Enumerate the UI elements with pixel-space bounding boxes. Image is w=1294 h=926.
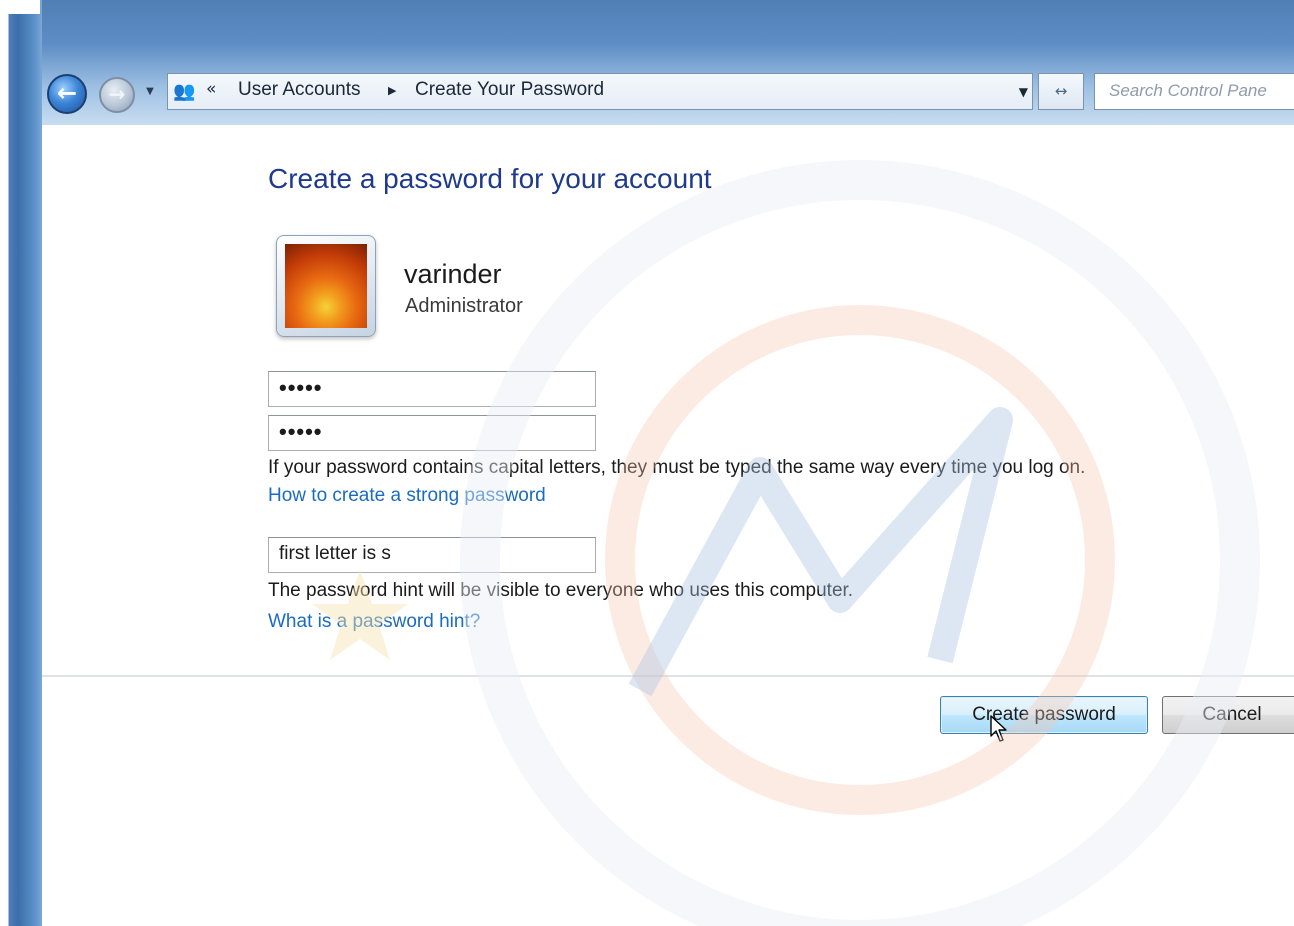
breadcrumb-separator-icon[interactable]: ▶ — [388, 84, 396, 97]
user-accounts-icon: 👥 — [173, 81, 196, 102]
window-corner — [0, 0, 40, 14]
search-input[interactable] — [1095, 74, 1294, 107]
search-box[interactable] — [1094, 73, 1294, 110]
forward-arrow-icon[interactable]: → — [99, 77, 135, 113]
footer-divider — [42, 675, 1294, 677]
new-password-field[interactable] — [268, 371, 596, 407]
user-role: Administrator — [405, 295, 523, 317]
page-title: Create a password for your account — [268, 163, 712, 194]
confirm-password-input[interactable] — [269, 416, 589, 448]
password-hint-link[interactable]: What is a password hint? — [268, 611, 480, 633]
create-password-button[interactable]: Create password — [940, 696, 1148, 734]
user-avatar — [276, 235, 376, 337]
user-name: varinder — [404, 259, 502, 289]
mouse-pointer-icon — [990, 715, 1007, 742]
window-left-border — [0, 0, 42, 926]
back-arrow-icon[interactable]: ← — [47, 74, 87, 114]
capital-letters-note: If your password contains capital letter… — [268, 457, 1086, 478]
refresh-icon[interactable]: ↔ — [1038, 73, 1084, 110]
address-bar[interactable]: 👥 « User Accounts ▶ Create Your Password… — [167, 73, 1033, 110]
strong-password-link[interactable]: How to create a strong password — [268, 485, 546, 507]
address-dropdown-icon[interactable]: ▼ — [1019, 85, 1028, 99]
new-password-input[interactable] — [269, 372, 589, 404]
main-content: Create a password for your account varin… — [42, 125, 1294, 926]
hint-visibility-note: The password hint will be visible to eve… — [268, 580, 854, 601]
confirm-password-field[interactable] — [268, 415, 596, 451]
recent-pages-dropdown-icon[interactable]: ▼ — [143, 84, 157, 100]
cancel-button[interactable]: Cancel — [1162, 696, 1294, 734]
overflow-chevron-icon[interactable]: « — [206, 79, 216, 99]
breadcrumb-user-accounts[interactable]: User Accounts — [238, 79, 361, 101]
avatar-flower-picture — [285, 244, 367, 328]
breadcrumb-create-password[interactable]: Create Your Password — [415, 79, 604, 101]
password-hint-input[interactable] — [269, 538, 589, 570]
password-hint-field[interactable] — [268, 537, 596, 573]
